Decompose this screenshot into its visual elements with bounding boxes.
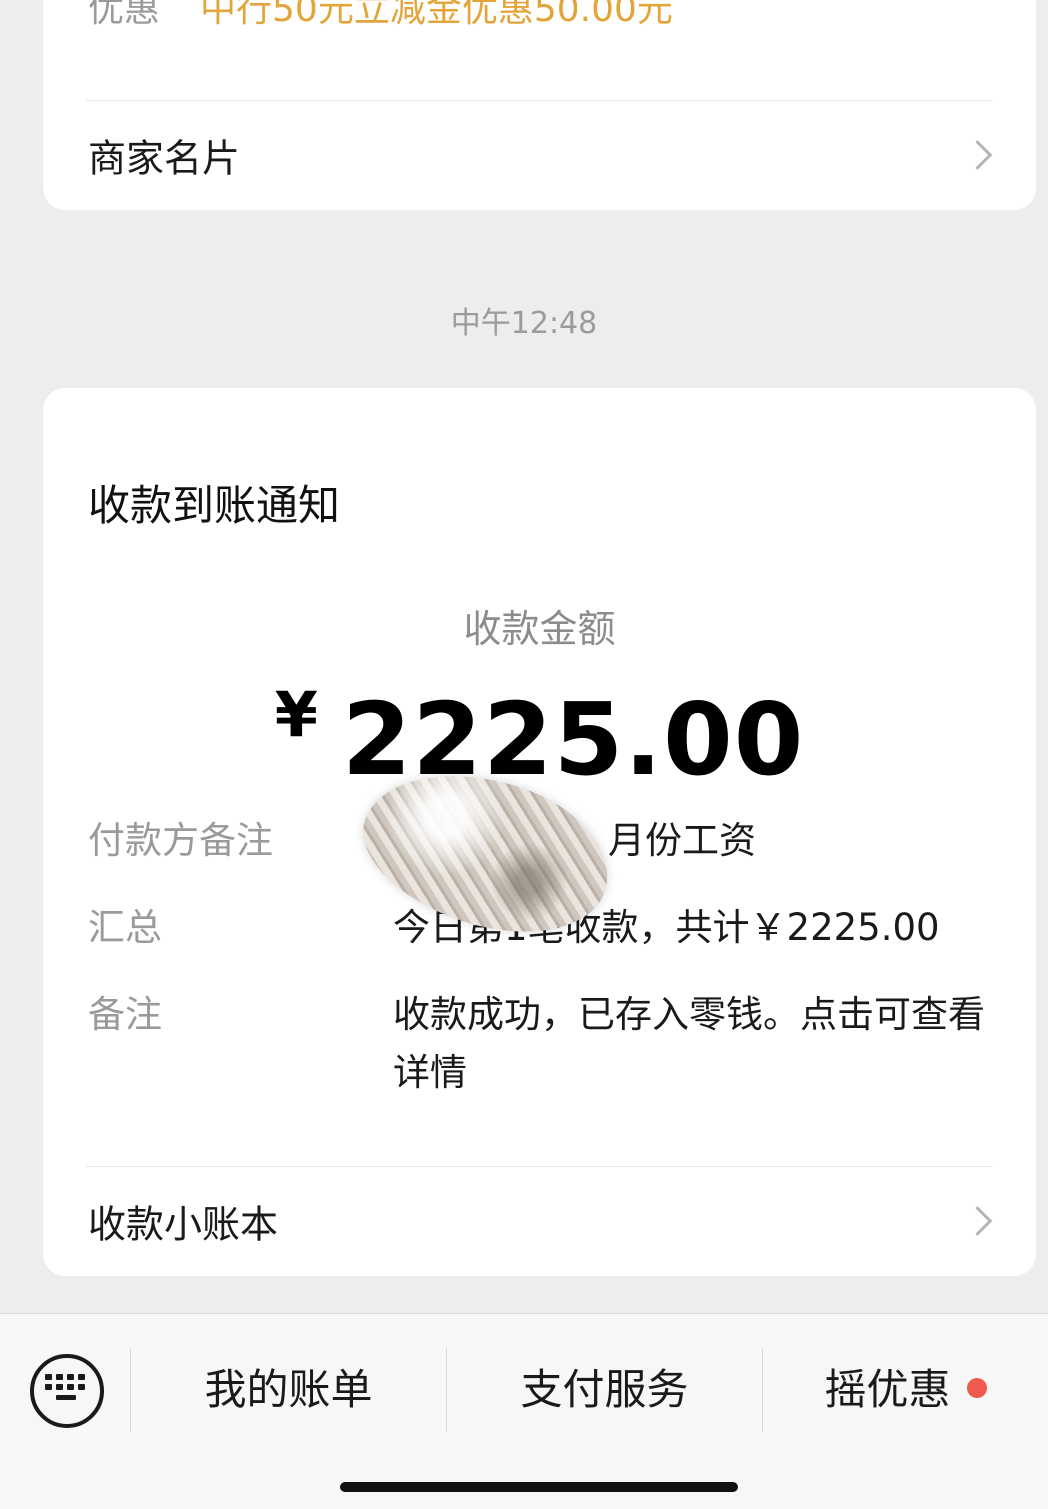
detail-value: 收款成功，已存入零钱。点击可查看详情 [393, 993, 985, 1094]
detail-key: 备注 [88, 993, 162, 1036]
notification-dot-icon [966, 1378, 987, 1398]
chevron-right-icon [962, 140, 993, 170]
amount-display: ¥2225.00 [43, 678, 1036, 798]
discount-label: 优惠 [88, 0, 161, 30]
discount-row: 优惠 中行50元立减金优惠50.00元 [88, 0, 673, 32]
merchant-card-label: 商家名片 [88, 136, 241, 181]
top-card: 优惠 中行50元立减金优惠50.00元 商家名片 [43, 0, 1036, 210]
home-indicator[interactable] [340, 1482, 738, 1492]
chevron-right-icon [962, 1206, 993, 1236]
tab-payment-services[interactable]: 支付服务 [447, 1354, 762, 1426]
merchant-card-link[interactable]: 商家名片 [43, 100, 1036, 210]
detail-row-remark: 备注 收款成功，已存入零钱。点击可查看详情 [88, 986, 991, 1102]
receipt-ledger-link[interactable]: 收款小账本 [43, 1166, 1036, 1276]
payment-notification-card[interactable]: 收款到账通知 收款金额 ¥2225.00 付款方备注 月份工资 汇总 今日第1笔… [43, 388, 1036, 1276]
currency-symbol: ¥ [274, 678, 318, 751]
keyboard-icon[interactable] [30, 1354, 104, 1428]
tab-shake-offers[interactable]: 摇优惠 [763, 1354, 1048, 1426]
tab-my-bills[interactable]: 我的账单 [131, 1354, 446, 1426]
detail-value: 月份工资 [608, 819, 756, 862]
receipt-ledger-label: 收款小账本 [88, 1202, 279, 1247]
detail-key: 付款方备注 [88, 819, 273, 862]
bottom-menu-bar: 我的账单 支付服务 摇优惠 [0, 1313, 1048, 1509]
notification-title: 收款到账通知 [88, 481, 341, 530]
message-timestamp: 中午12:48 [450, 306, 598, 341]
tab-shake-offers-label: 摇优惠 [824, 1365, 951, 1414]
detail-key: 汇总 [88, 906, 162, 949]
amount-label: 收款金额 [463, 607, 616, 651]
discount-value: 中行50元立减金优惠50.00元 [200, 0, 673, 30]
